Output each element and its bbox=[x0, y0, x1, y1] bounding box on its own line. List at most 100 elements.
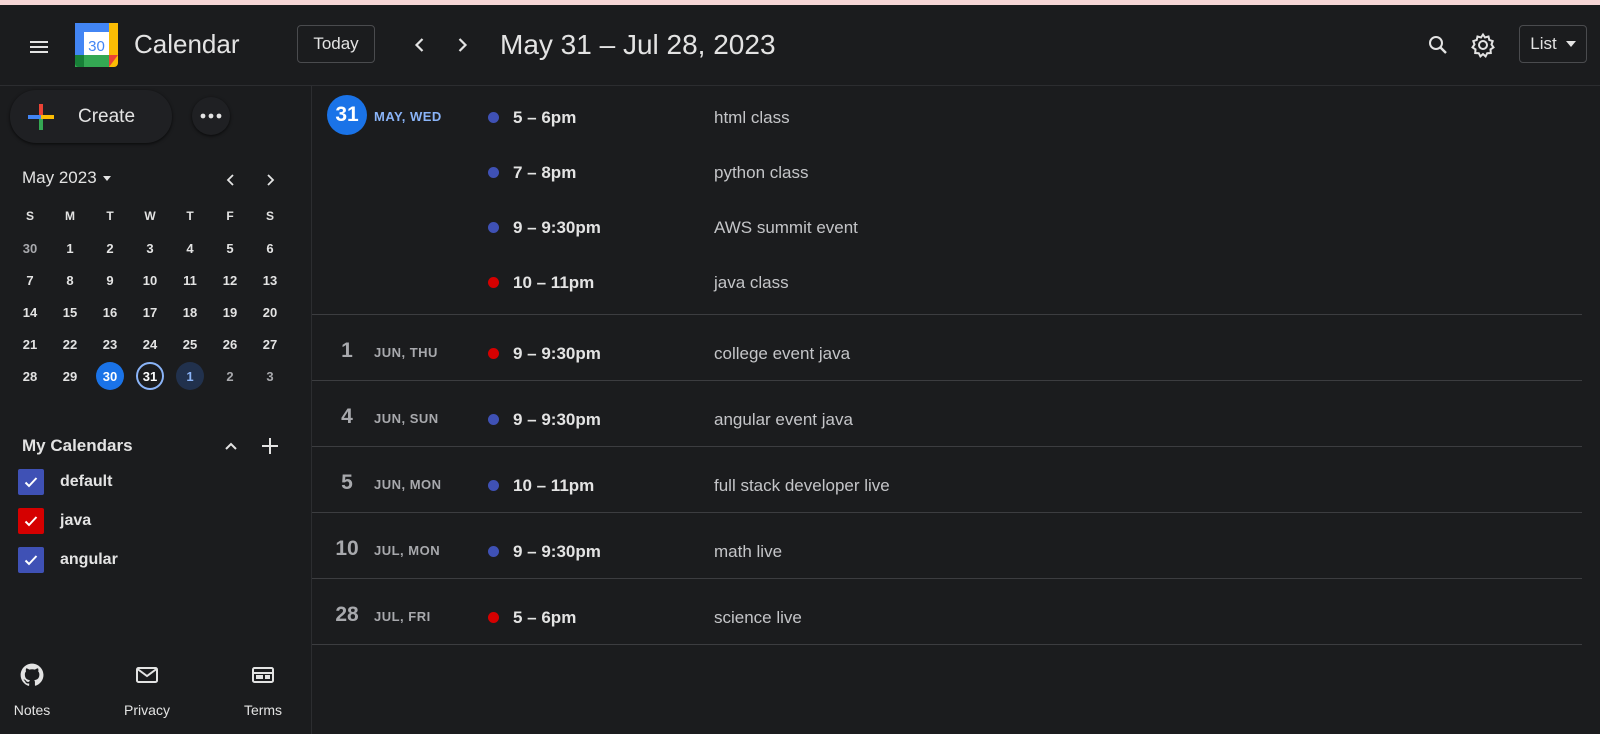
mini-calendar-day-number: 4 bbox=[186, 240, 194, 256]
mini-calendar-day[interactable]: 3 bbox=[130, 232, 170, 264]
mini-calendar-day[interactable]: 10 bbox=[130, 264, 170, 296]
agenda-event[interactable]: 9 – 9:30pm college event java bbox=[312, 325, 1582, 380]
mini-calendar-day[interactable]: 9 bbox=[90, 264, 130, 296]
event-color-dot bbox=[488, 112, 499, 123]
today-button[interactable]: Today bbox=[297, 25, 375, 63]
event-title: college event java bbox=[714, 344, 851, 363]
mini-calendar-day[interactable]: 2 bbox=[90, 232, 130, 264]
mini-calendar-day[interactable]: 6 bbox=[250, 232, 290, 264]
mini-calendar-day-number: 19 bbox=[222, 304, 238, 320]
mini-calendar-day[interactable]: 16 bbox=[90, 296, 130, 328]
mini-calendar-next-button[interactable] bbox=[257, 167, 283, 193]
mini-calendar-day-number: 10 bbox=[142, 272, 158, 288]
mini-calendar-day[interactable]: 13 bbox=[250, 264, 290, 296]
add-calendar-button[interactable] bbox=[256, 432, 284, 460]
mini-calendar-day[interactable]: 25 bbox=[170, 328, 210, 360]
agenda-event[interactable]: 10 – 11pm full stack developer live bbox=[312, 457, 1582, 512]
settings-button[interactable] bbox=[1465, 27, 1501, 63]
app-title: Calendar bbox=[134, 29, 240, 59]
agenda-day-group: 31 MAY, WED 5 – 6pm html class 7 – 8pm python… bbox=[312, 86, 1582, 315]
next-chevron-icon bbox=[458, 38, 468, 52]
mini-calendar-day[interactable]: 19 bbox=[210, 296, 250, 328]
mini-calendar-day[interactable]: 22 bbox=[50, 328, 90, 360]
calendar-checkbox[interactable] bbox=[18, 469, 44, 495]
calendar-item-default[interactable]: default bbox=[18, 469, 112, 495]
calendar-checkbox[interactable] bbox=[18, 547, 44, 573]
caret-down-icon bbox=[1565, 41, 1576, 47]
event-time: 9 – 9:30pm bbox=[513, 344, 601, 363]
mini-calendar-day[interactable]: 17 bbox=[130, 296, 170, 328]
agenda-event[interactable]: 7 – 8pm python class bbox=[312, 144, 1582, 199]
mini-calendar-day-number: 21 bbox=[22, 336, 38, 352]
mini-calendar-day[interactable]: 12 bbox=[210, 264, 250, 296]
mini-calendar-day[interactable]: 5 bbox=[210, 232, 250, 264]
agenda-event[interactable]: 9 – 9:30pm AWS summit event bbox=[312, 199, 1582, 254]
view-select[interactable]: List bbox=[1519, 25, 1587, 63]
mini-calendar-day[interactable]: 18 bbox=[170, 296, 210, 328]
footer-link-privacy[interactable]: Privacy bbox=[107, 660, 187, 718]
search-button[interactable] bbox=[1420, 27, 1456, 63]
mini-calendar-day[interactable]: 3 bbox=[250, 360, 290, 392]
mini-calendar-day-number: 31 bbox=[136, 362, 164, 390]
event-color-dot bbox=[488, 480, 499, 491]
mini-calendar-weekday: F bbox=[226, 209, 234, 223]
agenda-event[interactable]: 5 – 6pm html class bbox=[312, 89, 1582, 144]
mini-calendar-day[interactable]: 1 bbox=[170, 360, 210, 392]
event-time: 9 – 9:30pm bbox=[513, 410, 601, 429]
footer-link-terms[interactable]: Terms bbox=[223, 660, 303, 718]
agenda-event[interactable]: 9 – 9:30pm math live bbox=[312, 523, 1582, 578]
mini-calendar-day-number: 13 bbox=[262, 272, 278, 288]
mini-calendar-day[interactable]: 21 bbox=[10, 328, 50, 360]
mini-calendar-day[interactable]: 23 bbox=[90, 328, 130, 360]
mini-calendar-weekday: S bbox=[25, 209, 34, 223]
mini-calendar-day[interactable]: 4 bbox=[170, 232, 210, 264]
mini-calendar-prev-button[interactable] bbox=[218, 167, 244, 193]
agenda-event[interactable]: 10 – 11pm java class bbox=[312, 254, 1582, 309]
mini-calendar-day-number: 17 bbox=[142, 304, 158, 320]
mini-calendar-day[interactable]: 8 bbox=[50, 264, 90, 296]
mini-calendar-day-number: 1 bbox=[176, 362, 204, 390]
next-period-button[interactable] bbox=[446, 29, 478, 61]
prev-period-button[interactable] bbox=[404, 29, 436, 61]
calendar-item-java[interactable]: java bbox=[18, 508, 91, 534]
agenda-event[interactable]: 5 – 6pm science live bbox=[312, 589, 1582, 644]
calendar-item-label: default bbox=[60, 473, 113, 490]
calendar-checkbox[interactable] bbox=[18, 508, 44, 534]
mini-calendar-weekday: T bbox=[186, 209, 194, 223]
mini-calendar-grid: S M T W T F S 30 1 2 3 4 5 6 7 8 9 10 11 12 13 14 15 16 17 18 19 20… bbox=[10, 200, 290, 392]
mini-calendar-day[interactable]: 30 bbox=[90, 360, 130, 392]
mini-calendar-day[interactable]: 28 bbox=[10, 360, 50, 392]
mini-calendar-day-number: 2 bbox=[106, 240, 114, 256]
agenda-list: 31 MAY, WED 5 – 6pm html class 7 – 8pm python… bbox=[312, 86, 1582, 645]
prev-chevron-icon bbox=[226, 174, 234, 186]
event-title: AWS summit event bbox=[714, 218, 858, 237]
mini-calendar-day[interactable]: 15 bbox=[50, 296, 90, 328]
agenda-day-group: 10 JUL, MON 9 – 9:30pm math live bbox=[312, 513, 1582, 579]
mini-calendar-day[interactable]: 7 bbox=[10, 264, 50, 296]
collapse-calendars-button[interactable] bbox=[217, 432, 245, 460]
create-button[interactable]: Create bbox=[10, 90, 172, 143]
footer-link-label: Privacy bbox=[124, 702, 170, 718]
agenda-event[interactable]: 9 – 9:30pm angular event java bbox=[312, 391, 1582, 446]
more-options-button[interactable] bbox=[192, 97, 230, 135]
event-time: 7 – 8pm bbox=[513, 163, 577, 182]
mini-calendar-day[interactable]: 24 bbox=[130, 328, 170, 360]
mini-calendar-day[interactable]: 11 bbox=[170, 264, 210, 296]
mini-calendar-day[interactable]: 27 bbox=[250, 328, 290, 360]
mini-calendar-day[interactable]: 26 bbox=[210, 328, 250, 360]
mini-calendar-day[interactable]: 2 bbox=[210, 360, 250, 392]
mini-calendar-day[interactable]: 1 bbox=[50, 232, 90, 264]
calendar-item-angular[interactable]: angular bbox=[18, 547, 118, 573]
mini-calendar-day[interactable]: 14 bbox=[10, 296, 50, 328]
more-dots-icon bbox=[200, 113, 222, 119]
mini-calendar-day-number: 9 bbox=[106, 272, 114, 288]
main-menu-button[interactable] bbox=[19, 27, 59, 67]
mini-calendar-day-number: 20 bbox=[262, 304, 278, 320]
mini-calendar-day[interactable]: 29 bbox=[50, 360, 90, 392]
footer-link-notes[interactable]: Notes bbox=[0, 660, 72, 718]
mini-calendar-day[interactable]: 20 bbox=[250, 296, 290, 328]
mini-calendar-day[interactable]: 31 bbox=[130, 360, 170, 392]
mini-calendar-day[interactable]: 30 bbox=[10, 232, 50, 264]
event-title: science live bbox=[714, 608, 802, 627]
mini-calendar-month-button[interactable]: May 2023 bbox=[22, 168, 111, 188]
